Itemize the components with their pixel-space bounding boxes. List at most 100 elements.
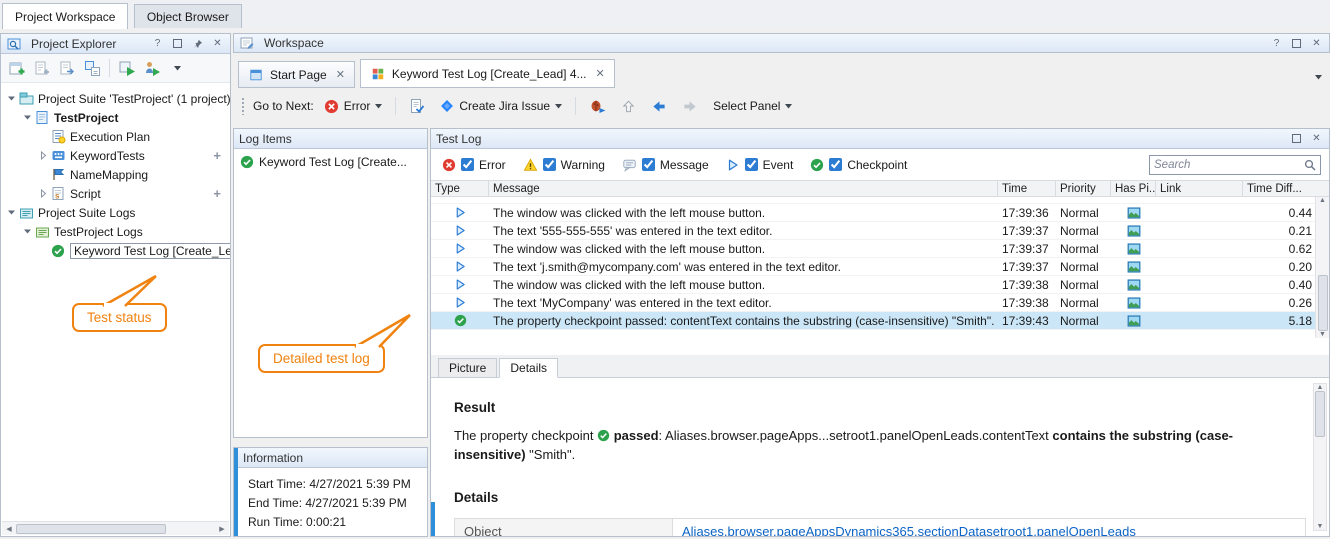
create-jira-issue-button[interactable]: Create Jira Issue <box>435 96 567 116</box>
tree-item-namemapping[interactable]: NameMapping <box>1 165 230 184</box>
add-existing-item-button[interactable] <box>31 57 53 79</box>
scroll-right-icon[interactable]: ▶ <box>215 525 229 533</box>
create-issue-report-button[interactable] <box>404 95 430 117</box>
checkpoint-filter-checkbox[interactable] <box>829 158 842 171</box>
add-icon[interactable]: + <box>213 148 221 163</box>
details-scrollbar[interactable]: ▲ ▼ <box>1313 383 1327 531</box>
object-link[interactable]: Aliases.browser.pageAppsDynamics365.sect… <box>682 524 1136 536</box>
tab-start-page[interactable]: Start Page ✕ <box>238 61 355 88</box>
next-result-button[interactable] <box>677 96 703 117</box>
column-header-type[interactable]: Type <box>431 181 489 196</box>
post-defect-button[interactable] <box>584 95 611 117</box>
tab-keyword-test-log[interactable]: Keyword Test Log [Create_Lead] 4... ✕ <box>360 59 615 88</box>
log-item[interactable]: Keyword Test Log [Create... <box>234 149 427 175</box>
scroll-down-icon[interactable]: ▼ <box>1313 523 1327 530</box>
search-input[interactable] <box>1154 159 1304 171</box>
scrollbar-thumb[interactable] <box>1318 275 1328 331</box>
go-to-parent-button[interactable] <box>616 96 641 117</box>
callout-test-status: Test status <box>72 303 167 332</box>
maximize-icon[interactable] <box>1289 132 1304 146</box>
toolbar-grip[interactable] <box>241 97 245 115</box>
collapse-icon[interactable] <box>5 94 18 103</box>
column-header-message[interactable]: Message <box>489 181 998 196</box>
column-header-time[interactable]: Time <box>998 181 1056 196</box>
table-row[interactable]: The window was clicked with the left mou… <box>431 204 1329 222</box>
run-project-button[interactable] <box>141 57 163 79</box>
event-filter-checkbox[interactable] <box>745 158 758 171</box>
warning-filter-checkbox[interactable] <box>543 158 556 171</box>
run-test-button[interactable] <box>116 57 138 79</box>
picture-icon[interactable] <box>1111 222 1156 239</box>
tree-item-testproject[interactable]: TestProject <box>1 108 230 127</box>
tree-item-keywordtests[interactable]: KeywordTests + <box>1 146 230 165</box>
picture-icon[interactable] <box>1111 276 1156 293</box>
picture-icon[interactable] <box>1111 258 1156 275</box>
arrow-right-icon <box>682 99 698 114</box>
table-row-partial[interactable] <box>431 197 1329 204</box>
message-filter-checkbox[interactable] <box>642 158 655 171</box>
picture-icon[interactable] <box>1111 312 1156 329</box>
scroll-up-icon[interactable]: ▲ <box>1316 197 1330 204</box>
picture-icon[interactable] <box>1111 294 1156 311</box>
close-icon[interactable]: ✕ <box>596 67 605 80</box>
error-filter-checkbox[interactable] <box>461 158 474 171</box>
column-header-link[interactable]: Link <box>1156 181 1243 196</box>
close-icon[interactable]: ✕ <box>210 37 225 51</box>
collapse-icon[interactable] <box>21 227 34 236</box>
scroll-down-icon[interactable]: ▼ <box>1316 331 1330 338</box>
scroll-up-icon[interactable]: ▲ <box>1313 384 1327 391</box>
toolbar-dropdown-icon[interactable] <box>166 57 188 79</box>
tab-details[interactable]: Details <box>499 358 558 378</box>
picture-icon[interactable] <box>1111 204 1156 221</box>
table-row-selected[interactable]: The property checkpoint passed: contentT… <box>431 312 1329 330</box>
keywordtests-icon <box>50 148 66 164</box>
table-row[interactable]: The window was clicked with the left mou… <box>431 276 1329 294</box>
maximize-icon[interactable] <box>170 37 185 51</box>
horizontal-scrollbar[interactable]: ◀ ▶ <box>2 521 229 535</box>
panel-accent-strip[interactable] <box>234 448 238 536</box>
pin-icon[interactable] <box>190 37 205 51</box>
table-row[interactable]: The text 'MyCompany' was entered in the … <box>431 294 1329 312</box>
maximize-icon[interactable] <box>1289 36 1304 50</box>
tab-picture[interactable]: Picture <box>438 358 497 378</box>
export-item-button[interactable] <box>56 57 78 79</box>
scrollbar-thumb[interactable] <box>1315 391 1325 437</box>
go-to-next-error-button[interactable]: Error <box>319 96 388 117</box>
select-panel-button[interactable]: Select Panel <box>708 96 797 116</box>
table-row[interactable]: The text '555-555-555' was entered in th… <box>431 222 1329 240</box>
column-header-time-diff[interactable]: Time Diff... <box>1243 181 1329 196</box>
table-row[interactable]: The window was clicked with the left mou… <box>431 240 1329 258</box>
tree-item-keyword-test-log[interactable]: Keyword Test Log [Create_Lead <box>1 241 230 260</box>
column-header-priority[interactable]: Priority <box>1056 181 1111 196</box>
tree-item-project-suite-logs[interactable]: Project Suite Logs <box>1 203 230 222</box>
column-header-has-picture[interactable]: Has Pi... <box>1111 181 1156 196</box>
tab-list-dropdown-icon[interactable] <box>1315 75 1322 80</box>
organize-tests-button[interactable] <box>81 57 103 79</box>
add-icon[interactable]: + <box>213 186 221 201</box>
collapse-icon[interactable] <box>5 208 18 217</box>
tab-object-browser[interactable]: Object Browser <box>134 4 242 28</box>
scrollbar-thumb[interactable] <box>16 524 166 534</box>
previous-result-button[interactable] <box>646 96 672 117</box>
scroll-left-icon[interactable]: ◀ <box>2 525 16 533</box>
tree-item-project-suite[interactable]: Project Suite 'TestProject' (1 project) <box>1 89 230 108</box>
tab-project-workspace[interactable]: Project Workspace <box>2 3 128 29</box>
picture-icon[interactable] <box>1111 240 1156 257</box>
close-icon[interactable]: ✕ <box>1309 132 1324 146</box>
table-row[interactable]: The text 'j.smith@mycompany.com' was ent… <box>431 258 1329 276</box>
log-table-scrollbar[interactable]: ▲ ▼ <box>1315 197 1329 338</box>
search-icon[interactable] <box>1304 159 1316 171</box>
tree-item-script[interactable]: s Script + <box>1 184 230 203</box>
tree-item-testproject-logs[interactable]: TestProject Logs <box>1 222 230 241</box>
help-icon[interactable]: ? <box>150 37 165 51</box>
help-icon[interactable]: ? <box>1269 36 1284 50</box>
tree-item-execution-plan[interactable]: Execution Plan <box>1 127 230 146</box>
expand-icon[interactable] <box>37 151 50 160</box>
add-new-item-button[interactable] <box>6 57 28 79</box>
collapse-icon[interactable] <box>21 113 34 122</box>
panel-accent-strip[interactable] <box>431 502 435 536</box>
workspace-tab-bar: Start Page ✕ Keyword Test Log [Create_Le… <box>233 56 1330 88</box>
close-icon[interactable]: ✕ <box>336 68 345 81</box>
close-icon[interactable]: ✕ <box>1309 36 1324 50</box>
expand-icon[interactable] <box>37 189 50 198</box>
